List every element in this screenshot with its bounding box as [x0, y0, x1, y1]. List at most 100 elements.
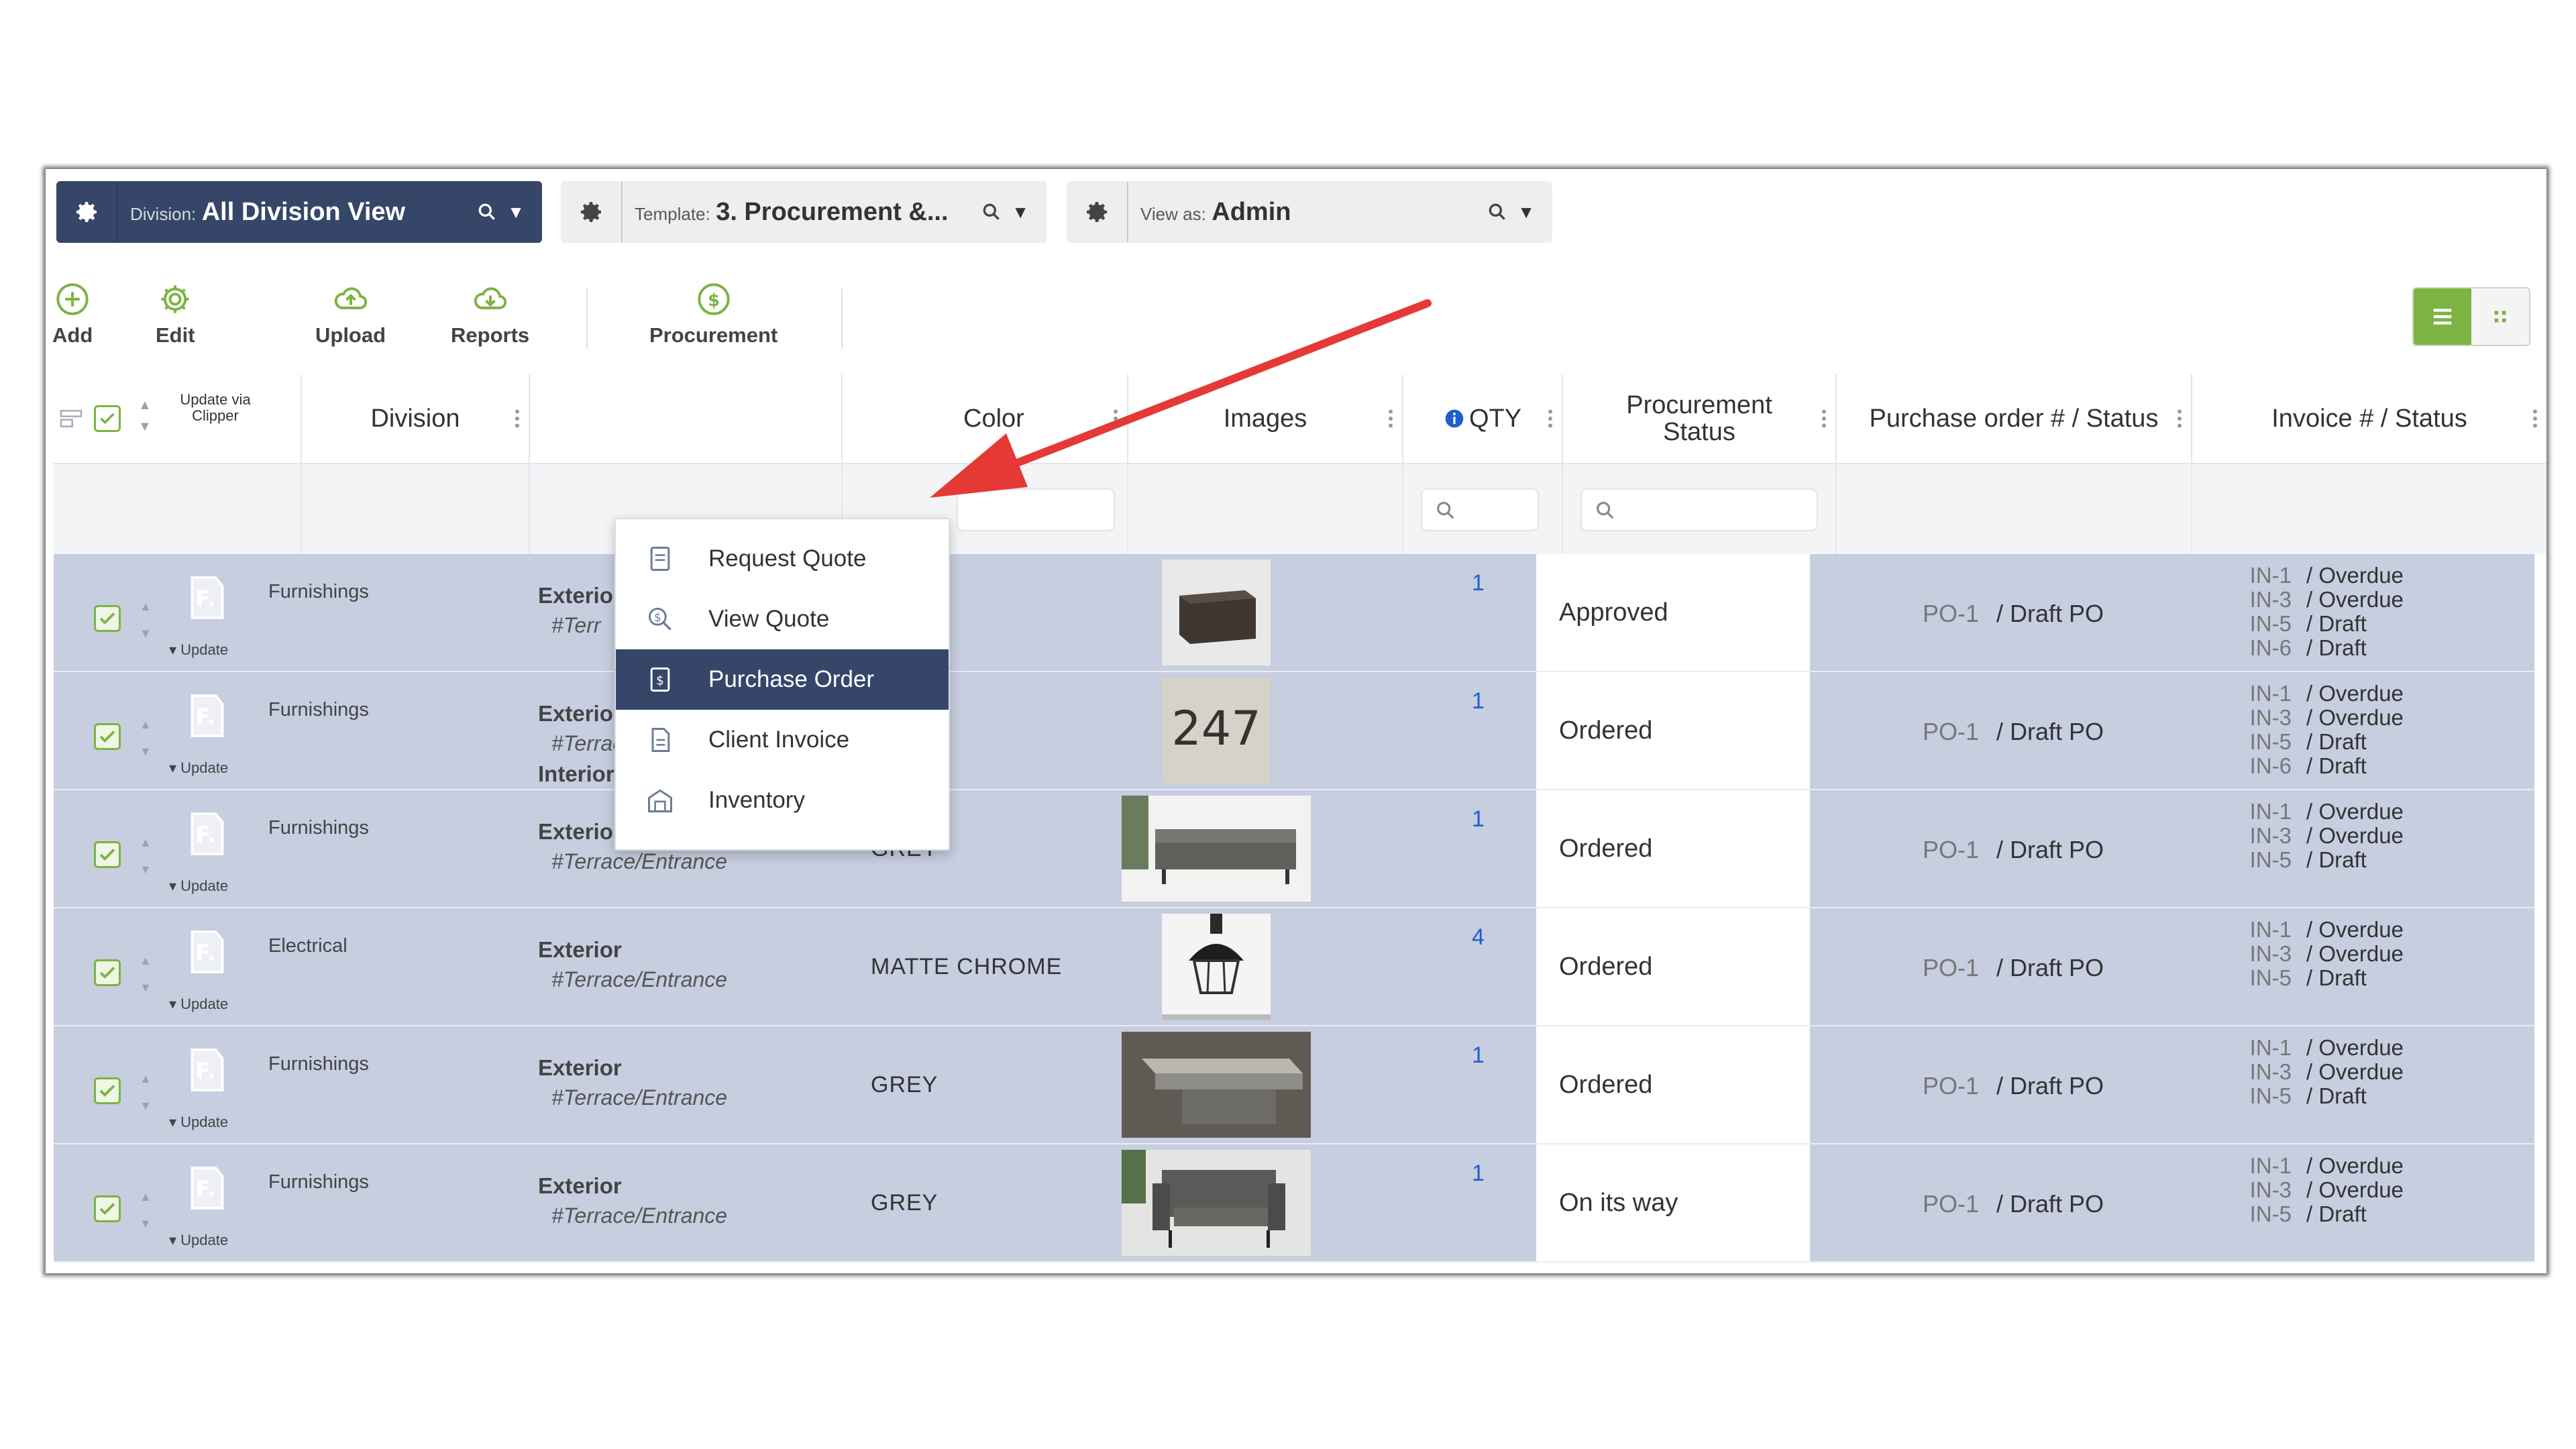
- table-row[interactable]: ▲▼F.▾ UpdateFurnishingsExterior#Terrace/…: [54, 1026, 2534, 1144]
- clipper-icon[interactable]: F.: [186, 1165, 228, 1212]
- procurement-status-filter-input[interactable]: [1580, 488, 1818, 531]
- edit-button[interactable]: Edit: [156, 282, 195, 347]
- invoice-number[interactable]: IN-3: [2218, 588, 2292, 612]
- sort-handle-icon[interactable]: ▲ ▼: [140, 1065, 152, 1119]
- invoice-number[interactable]: IN-3: [2218, 824, 2292, 848]
- invoice-entry[interactable]: IN-1 / Overdue: [2218, 800, 2404, 824]
- invoice-entry[interactable]: IN-3 / Overdue: [2218, 942, 2404, 966]
- row-checkbox[interactable]: [94, 1077, 121, 1104]
- chevron-down-icon[interactable]: ▼: [1012, 202, 1029, 223]
- add-button[interactable]: Add: [52, 282, 93, 347]
- clipper-icon[interactable]: F.: [186, 692, 228, 739]
- invoice-number[interactable]: IN-6: [2218, 754, 2292, 778]
- invoice-entry[interactable]: IN-5 / Draft: [2218, 1202, 2404, 1226]
- po-number[interactable]: PO-1: [1923, 1072, 1979, 1099]
- invoice-number[interactable]: IN-5: [2218, 966, 2292, 990]
- invoice-number[interactable]: IN-1: [2218, 1154, 2292, 1178]
- invoice-entry[interactable]: IN-5 / Draft: [2218, 1084, 2404, 1108]
- update-dropdown[interactable]: ▾ Update: [169, 1114, 228, 1131]
- invoice-entry[interactable]: IN-5 / Draft: [2218, 848, 2404, 872]
- column-menu-icon[interactable]: [1822, 409, 1826, 429]
- invoice-entry[interactable]: IN-5 / Draft: [2218, 730, 2404, 754]
- table-row[interactable]: ▲▼F.▾ UpdateFurnishingsExterior#Terrace/…: [54, 1144, 2534, 1263]
- menu-item-purchase-order[interactable]: $ Purchase Order: [616, 649, 949, 710]
- column-header-invoice[interactable]: Invoice # / Status: [2192, 374, 2546, 463]
- column-header-procurement-status[interactable]: Procurement Status: [1563, 374, 1837, 463]
- product-image[interactable]: 247: [1162, 678, 1271, 784]
- procurement-status-cell[interactable]: On its way: [1536, 1144, 1810, 1261]
- gear-icon[interactable]: [56, 181, 118, 243]
- invoice-number[interactable]: IN-3: [2218, 942, 2292, 966]
- color-filter-input[interactable]: [957, 488, 1115, 531]
- sort-handle-icon[interactable]: ▲ ▼: [140, 947, 152, 1001]
- update-dropdown[interactable]: ▾ Update: [169, 877, 228, 895]
- po-number[interactable]: PO-1: [1923, 954, 1979, 981]
- chevron-down-icon[interactable]: ▼: [507, 202, 525, 223]
- column-header-qty[interactable]: QTY: [1403, 374, 1563, 463]
- menu-item-inventory[interactable]: Inventory: [616, 770, 949, 830]
- division-selector[interactable]: Division: All Division View ▼: [56, 181, 542, 243]
- invoice-entry[interactable]: IN-1 / Overdue: [2218, 682, 2404, 706]
- invoice-entry[interactable]: IN-5 / Draft: [2218, 612, 2404, 636]
- search-icon[interactable]: [1487, 201, 1508, 223]
- clipper-icon[interactable]: F.: [186, 810, 228, 857]
- table-row[interactable]: ▲▼F.▾ UpdateFurnishingsExterior#Terrace/…: [54, 672, 2534, 816]
- product-image[interactable]: [1122, 796, 1311, 902]
- sort-handle-icon[interactable]: ▲ ▼: [140, 711, 152, 765]
- row-checkbox[interactable]: [94, 1195, 121, 1222]
- column-chooser-icon[interactable]: [58, 405, 85, 432]
- sort-handle-icon[interactable]: ▲ ▼: [140, 593, 152, 647]
- product-image[interactable]: [1122, 1032, 1311, 1138]
- update-dropdown[interactable]: ▾ Update: [169, 996, 228, 1013]
- menu-item-view-quote[interactable]: $ View Quote: [616, 589, 949, 649]
- clipper-icon[interactable]: F.: [186, 574, 228, 621]
- select-all-checkbox[interactable]: [94, 405, 121, 432]
- qty-cell[interactable]: 1: [1472, 1042, 1485, 1069]
- column-menu-icon[interactable]: [1389, 409, 1393, 429]
- row-checkbox[interactable]: [94, 841, 121, 868]
- procurement-status-cell[interactable]: Ordered: [1536, 908, 1810, 1025]
- procurement-status-cell[interactable]: Approved: [1536, 554, 1810, 671]
- update-dropdown[interactable]: ▾ Update: [169, 759, 228, 777]
- invoice-entry[interactable]: IN-6 / Draft: [2218, 636, 2404, 660]
- column-header-purchase-order[interactable]: Purchase order # / Status: [1837, 374, 2192, 463]
- column-menu-icon[interactable]: [2533, 409, 2537, 429]
- po-number[interactable]: PO-1: [1923, 836, 1979, 863]
- procurement-status-cell[interactable]: Ordered: [1536, 790, 1810, 907]
- invoice-number[interactable]: IN-6: [2218, 636, 2292, 660]
- invoice-number[interactable]: IN-1: [2218, 918, 2292, 942]
- invoice-entry[interactable]: IN-3 / Overdue: [2218, 1060, 2404, 1084]
- invoice-entry[interactable]: IN-3 / Overdue: [2218, 824, 2404, 848]
- update-dropdown[interactable]: ▾ Update: [169, 641, 228, 659]
- invoice-number[interactable]: IN-3: [2218, 1060, 2292, 1084]
- product-image[interactable]: [1122, 1150, 1311, 1256]
- invoice-number[interactable]: IN-1: [2218, 564, 2292, 588]
- qty-cell[interactable]: 1: [1472, 1161, 1485, 1187]
- table-row[interactable]: ▲ ▼ F. ▾ Update Furnishings Exterio #Terr 1 Appr…: [54, 554, 2534, 672]
- invoice-entry[interactable]: IN-3 / Overdue: [2218, 706, 2404, 730]
- column-header-color[interactable]: Color: [843, 374, 1128, 463]
- invoice-entry[interactable]: IN-5 / Draft: [2218, 966, 2404, 990]
- qty-cell[interactable]: 1: [1472, 806, 1485, 833]
- qty-cell[interactable]: 4: [1472, 924, 1485, 951]
- invoice-number[interactable]: IN-3: [2218, 1178, 2292, 1202]
- table-row[interactable]: ▲ ▼ F. ▾ Update Electrical Exterior #Terrace/E…: [54, 908, 2534, 1026]
- column-header-division[interactable]: Division: [302, 374, 530, 463]
- column-header-images[interactable]: Images: [1128, 374, 1403, 463]
- sort-handle-icon[interactable]: ▲ ▼: [140, 829, 152, 883]
- table-row[interactable]: ▲▼F.▾ UpdateFurnishingsExterior#Terrace/…: [54, 790, 2534, 908]
- search-icon[interactable]: [476, 201, 498, 223]
- chevron-down-icon[interactable]: ▼: [1517, 202, 1535, 223]
- info-icon[interactable]: [1444, 408, 1465, 429]
- clipper-icon[interactable]: F.: [186, 1046, 228, 1093]
- invoice-entry[interactable]: IN-1 / Overdue: [2218, 564, 2404, 588]
- gear-icon[interactable]: [1067, 181, 1128, 243]
- sort-arrows-icon[interactable]: ▲ ▼: [138, 394, 152, 437]
- qty-cell[interactable]: 1: [1472, 688, 1485, 714]
- qty-cell[interactable]: 1: [1472, 570, 1485, 596]
- gear-icon[interactable]: [561, 181, 623, 243]
- po-number[interactable]: PO-1: [1923, 718, 1979, 745]
- invoice-number[interactable]: IN-1: [2218, 682, 2292, 706]
- invoice-number[interactable]: IN-3: [2218, 706, 2292, 730]
- column-menu-icon[interactable]: [1548, 409, 1552, 429]
